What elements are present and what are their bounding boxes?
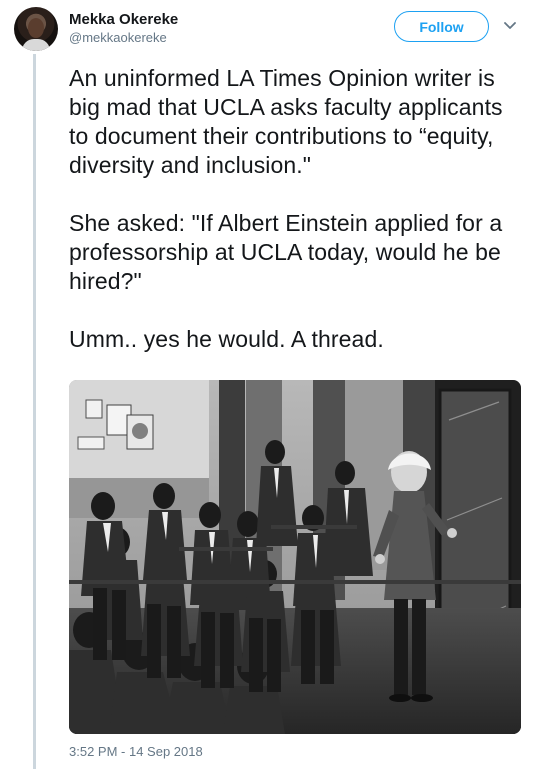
tweet-text: An uninformed LA Times Opinion writer is…	[69, 64, 524, 383]
tweet-paragraph-1: An uninformed LA Times Opinion writer is…	[69, 65, 503, 178]
avatar-shirt	[22, 39, 50, 51]
author-display-name[interactable]: Mekka Okereke	[69, 11, 178, 29]
timestamp[interactable]: 3:52 PM - 14 Sep 2018	[69, 744, 203, 760]
tweet-paragraph-2: She asked: "If Albert Einstein applied f…	[69, 210, 503, 294]
avatar[interactable]	[14, 7, 58, 51]
chevron-down-icon[interactable]	[502, 18, 518, 34]
thread-line	[33, 54, 36, 769]
tweet-paragraph-3: Umm.. yes he would. A thread.	[69, 326, 384, 352]
follow-button[interactable]: Follow	[394, 11, 489, 42]
avatar-face	[28, 18, 44, 38]
author-handle[interactable]: @mekkaokereke	[69, 30, 167, 46]
lecture-photo-illustration	[69, 380, 521, 734]
tweet-photo[interactable]	[69, 380, 521, 734]
